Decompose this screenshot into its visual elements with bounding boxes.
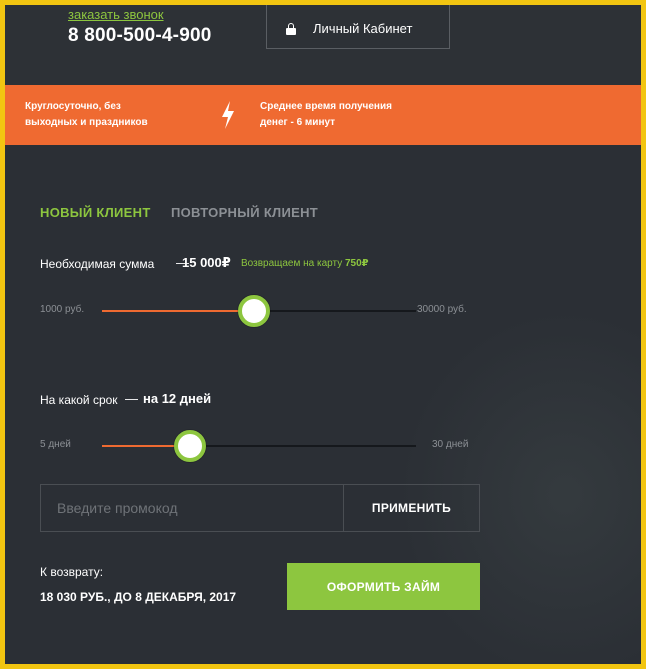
apply-loan-button[interactable]: ОФОРМИТЬ ЗАЙМ xyxy=(287,563,480,610)
return-amount-date: 18 030 РУБ., ДО 8 ДЕКАБРЯ, 2017 xyxy=(40,590,237,604)
amount-min-label: 1000 руб. xyxy=(40,304,85,315)
personal-account-label: Личный Кабинет xyxy=(313,21,413,36)
term-label: На какой срок xyxy=(40,393,118,407)
promo-code-input[interactable] xyxy=(41,485,343,531)
cashback-note: Возвращаем на карту 750₽ xyxy=(241,258,369,269)
term-max-label: 30 дней xyxy=(432,439,469,450)
term-dash: — xyxy=(125,391,138,406)
loan-calculator-frame: заказать звонок 8 800-500-4-900 Личный К… xyxy=(5,5,641,664)
header: заказать звонок 8 800-500-4-900 Личный К… xyxy=(5,5,641,85)
working-hours-text: Круглосуточно, без выходных и праздников xyxy=(25,101,148,128)
info-band: Круглосуточно, без выходных и праздников… xyxy=(5,85,641,145)
tab-repeat-client[interactable]: ПОВТОРНЫЙ КЛИЕНТ xyxy=(171,205,318,220)
tab-new-client[interactable]: НОВЫЙ КЛИЕНТ xyxy=(40,205,151,220)
payout-time-text: Среднее время получения денег - 6 минут xyxy=(260,101,392,128)
amount-label: Необходимая сумма xyxy=(40,257,155,271)
lock-icon xyxy=(286,23,296,35)
lightning-bolt-icon xyxy=(222,101,234,129)
personal-account-button[interactable]: Личный Кабинет xyxy=(266,5,450,49)
callback-link[interactable]: заказать звонок xyxy=(68,7,164,22)
amount-slider-fill xyxy=(102,310,254,312)
phone-number: 8 800-500-4-900 xyxy=(68,25,212,46)
term-min-label: 5 дней xyxy=(40,439,71,450)
amount-slider-handle[interactable] xyxy=(237,295,270,327)
term-slider-handle[interactable] xyxy=(173,430,206,462)
calculator-panel: НОВЫЙ КЛИЕНТ ПОВТОРНЫЙ КЛИЕНТ Необходима… xyxy=(5,145,641,664)
apply-promo-button[interactable]: ПРИМЕНИТЬ xyxy=(343,485,479,531)
amount-max-label: 30000 руб. xyxy=(417,304,467,315)
amount-value: 15 000₽ xyxy=(182,255,231,270)
term-value: на 12 дней xyxy=(143,391,212,406)
promo-code-group: ПРИМЕНИТЬ xyxy=(40,484,480,532)
return-label: К возврату: xyxy=(40,565,104,579)
